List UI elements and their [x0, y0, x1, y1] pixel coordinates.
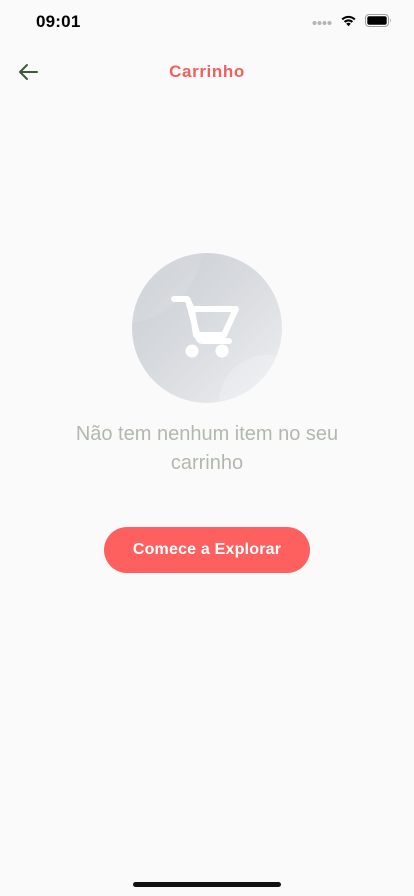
status-time: 09:01 [36, 12, 81, 31]
page-title: Carrinho [169, 62, 245, 81]
wifi-icon [340, 14, 357, 32]
signal-dots-icon [312, 14, 332, 32]
status-icons [312, 14, 392, 32]
navigation-bar: Carrinho [0, 48, 414, 96]
home-indicator[interactable] [133, 882, 281, 887]
empty-state-message: Não tem nenhum item no seu carrinho [75, 423, 339, 474]
status-bar: 09:01 [0, 0, 414, 44]
shopping-cart-icon [171, 296, 239, 358]
start-exploring-button[interactable]: Comece a Explorar [104, 527, 310, 573]
empty-cart-illustration [132, 253, 282, 403]
battery-icon [365, 14, 392, 32]
